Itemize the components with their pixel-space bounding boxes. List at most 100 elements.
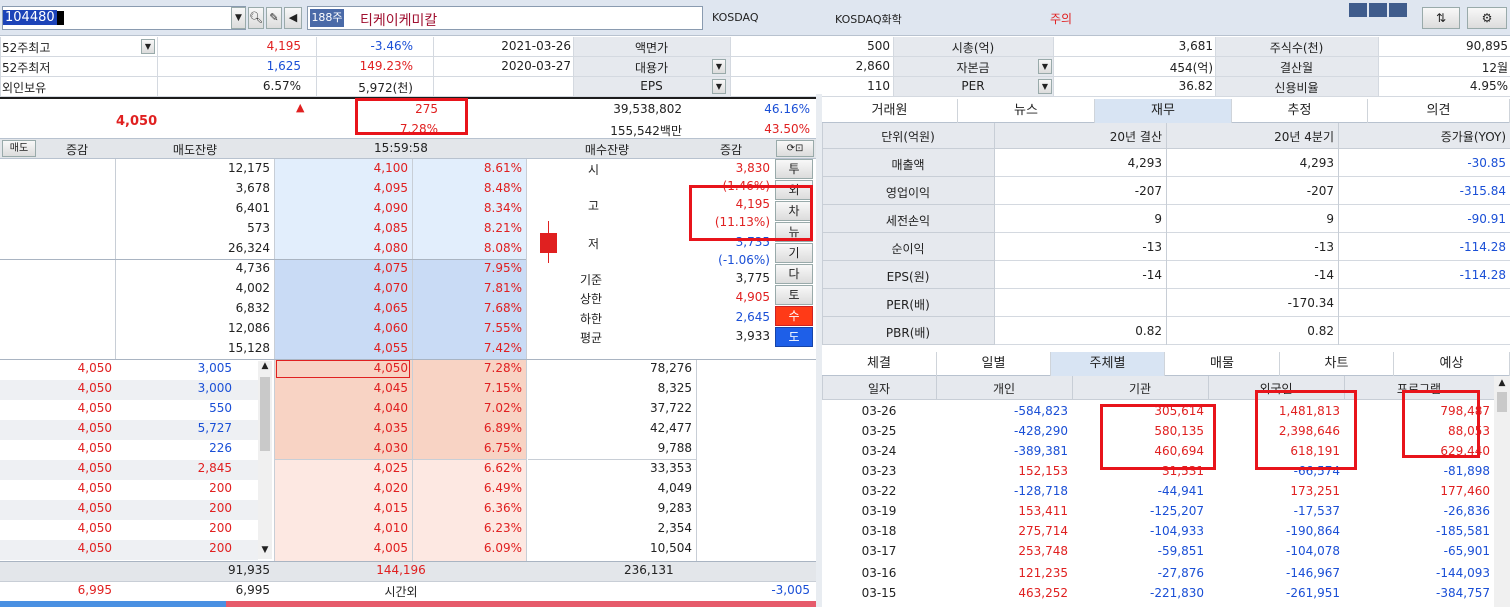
scroll-up-icon[interactable]: ▲ xyxy=(1496,378,1508,390)
trade-qty: 200 xyxy=(209,501,232,515)
fin-yoy: -315.84 xyxy=(1459,184,1506,198)
fin-row-label: 영업이익 xyxy=(885,186,931,200)
bid-qty: 9,283 xyxy=(657,501,692,515)
orderbook-scrollbar[interactable]: ▲ ▼ xyxy=(258,361,272,559)
info-value-6: 12월 xyxy=(1481,61,1508,75)
ask-pct: 7.55% xyxy=(483,321,522,335)
tab-forecast[interactable]: 예상 xyxy=(1394,352,1510,376)
info-label-3: 자본금 xyxy=(956,61,990,75)
info-value-4: 500 xyxy=(867,39,890,53)
candle-body xyxy=(540,233,557,253)
info-label-4: 주식수(천) xyxy=(1269,41,1324,55)
info-value-1: 4,195 xyxy=(266,39,301,53)
dropdown-arrow-icon[interactable]: ▼ xyxy=(141,39,155,54)
tab-opinion[interactable]: 의견 xyxy=(1368,99,1510,123)
ask-price: 4,055 xyxy=(373,341,408,355)
tab-daily[interactable]: 일별 xyxy=(937,352,1051,376)
side-button[interactable]: 수 xyxy=(775,306,813,326)
info-value-4: 110 xyxy=(867,79,890,93)
bid-pct: 7.28% xyxy=(483,361,522,375)
info-label-3: 시총(억) xyxy=(951,41,995,55)
fin-yoy: -90.91 xyxy=(1467,212,1506,226)
info-value-5: 454(억) xyxy=(1169,61,1213,75)
stock-name: 티케이케미칼 xyxy=(360,13,438,29)
tab-finance[interactable]: 재무 xyxy=(1095,99,1232,123)
inv-individual: 253,748 xyxy=(1018,544,1068,558)
fin-yoy: -30.85 xyxy=(1467,156,1506,170)
inv-date: 03-24 xyxy=(861,444,897,458)
trade-price: 4,050 xyxy=(77,401,112,415)
swap-icon[interactable]: ⇅ xyxy=(1422,7,1460,29)
side-button[interactable]: 투 xyxy=(775,159,813,179)
info-label-3: PER xyxy=(961,79,985,93)
ask-price: 4,080 xyxy=(373,241,408,255)
trade-qty: 200 xyxy=(209,481,232,495)
stock-code-input[interactable]: 104480 xyxy=(2,6,246,30)
tab-estimate[interactable]: 추정 xyxy=(1232,99,1368,123)
layout-icon-2[interactable] xyxy=(1369,3,1387,17)
side-button[interactable]: 다 xyxy=(775,264,813,284)
side-button[interactable]: 외 xyxy=(775,180,813,200)
tab-supply[interactable]: 매물 xyxy=(1165,352,1280,376)
dropdown-arrow-icon[interactable]: ▼ xyxy=(1038,79,1052,94)
info-date: 2020-03-27 xyxy=(501,59,571,73)
tab-news[interactable]: 뉴스 xyxy=(958,99,1095,123)
inv-program: -26,836 xyxy=(1443,504,1490,518)
bid-pct: 7.02% xyxy=(483,401,522,415)
tab-chart[interactable]: 차트 xyxy=(1280,352,1394,376)
dropdown-arrow-icon[interactable]: ▼ xyxy=(712,79,726,94)
col-ask-qty: 매도잔량 xyxy=(172,143,218,157)
after-hours-left: 6,995 xyxy=(77,583,112,597)
fin-header: 증가율(YOY) xyxy=(1440,130,1506,144)
inv-institution: -44,941 xyxy=(1157,484,1204,498)
scroll-down-icon[interactable]: ▼ xyxy=(258,545,272,559)
dropdown-arrow-icon[interactable]: ▼ xyxy=(1038,59,1052,74)
side-button[interactable]: 차 xyxy=(775,201,813,221)
tab-by-investor[interactable]: 주체별 xyxy=(1051,352,1165,376)
refresh-icon[interactable]: ⟳⊡ xyxy=(776,140,814,157)
layout-icon-3[interactable] xyxy=(1389,3,1407,17)
bid-pct: 6.75% xyxy=(483,441,522,455)
fin-yoy: -114.28 xyxy=(1459,268,1506,282)
dropdown-arrow-icon[interactable]: ▼ xyxy=(231,7,246,29)
wrench-icon[interactable]: ✎ xyxy=(266,7,282,29)
ask-price: 4,095 xyxy=(373,181,408,195)
tab-trades[interactable]: 체결 xyxy=(822,352,937,376)
inv-foreign: -190,864 xyxy=(1286,524,1340,538)
side-button[interactable]: 도 xyxy=(775,327,813,347)
search-icon[interactable]: 🔍︎ xyxy=(248,7,264,29)
inv-date: 03-16 xyxy=(861,566,897,580)
tab-broker[interactable]: 거래원 xyxy=(822,99,958,123)
inv-program: -144,093 xyxy=(1436,566,1490,580)
inv-program: -384,757 xyxy=(1436,586,1490,600)
col-bid-change: 증감 xyxy=(719,143,743,157)
fin-annual: -13 xyxy=(1142,240,1162,254)
bid-pct: 6.62% xyxy=(483,461,522,475)
orderbook-footer: 91,935 144,196 236,131 6,995 6,995 시간외 -… xyxy=(0,561,816,607)
fin-row-label: 세전손익 xyxy=(885,214,931,228)
dropdown-arrow-icon[interactable]: ▼ xyxy=(712,59,726,74)
side-button[interactable]: 뉴 xyxy=(775,222,813,242)
scroll-up-icon[interactable]: ▲ xyxy=(258,361,272,375)
bid-price: 4,015 xyxy=(373,501,408,515)
speaker-icon[interactable]: ◀ xyxy=(284,7,302,29)
side-button[interactable]: 토 xyxy=(775,285,813,305)
fin-row-label: 매출액 xyxy=(891,158,925,172)
sell-mode-button[interactable]: 매도 xyxy=(2,140,36,157)
ask-price: 4,070 xyxy=(373,281,408,295)
scroll-thumb[interactable] xyxy=(1497,392,1507,412)
ask-qty: 26,324 xyxy=(228,241,270,255)
info-value-2: -3.46% xyxy=(370,39,413,53)
fin-row-label: PBR(배) xyxy=(885,326,931,340)
ohlc-label: 저 xyxy=(588,237,600,251)
fin-quarter: -13 xyxy=(1314,240,1334,254)
scroll-thumb[interactable] xyxy=(260,377,270,451)
layout-icon-1[interactable] xyxy=(1349,3,1367,17)
settings-icon[interactable]: ⚙ xyxy=(1467,7,1507,29)
ask-pct: 8.08% xyxy=(483,241,522,255)
info-value-1: 6.57% xyxy=(262,79,301,93)
side-button[interactable]: 기 xyxy=(775,243,813,263)
ohlc-upper: 4,905 xyxy=(735,290,770,304)
ask-qty: 573 xyxy=(247,221,270,235)
trade-price: 4,050 xyxy=(77,441,112,455)
